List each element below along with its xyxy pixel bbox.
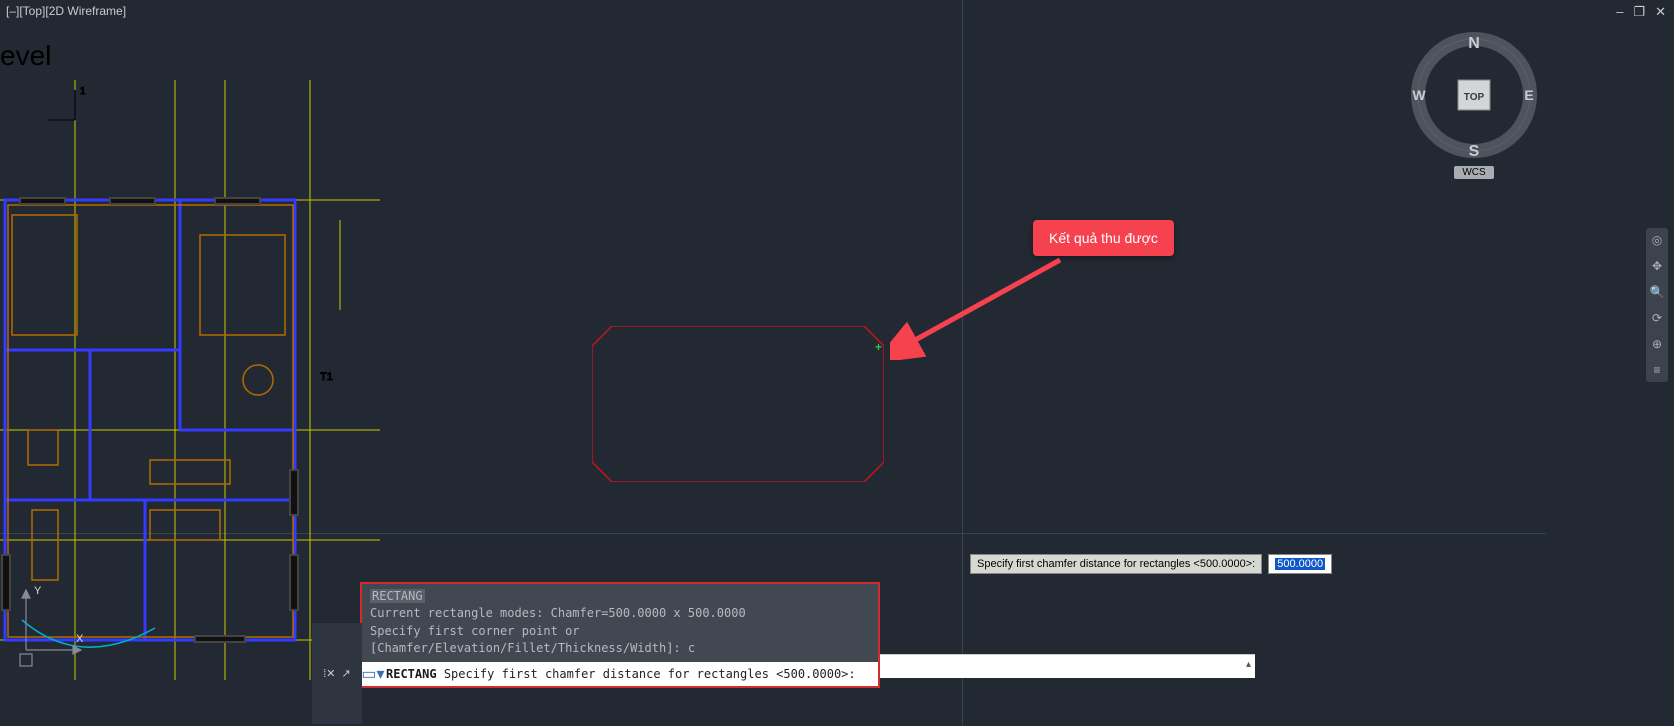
dynamic-input-value[interactable]: 500.0000 (1268, 554, 1332, 574)
cmd-history-line-3: Specify first corner point or [Chamfer/E… (370, 623, 870, 658)
command-line[interactable]: ⁞✕ ↗ ▭▾ RECTANG Specify first chamfer di… (362, 662, 878, 686)
navigation-bar: ◎ ✥ 🔍 ⟳ ⊕ ≡ (1646, 228, 1668, 382)
svg-text:Y: Y (34, 585, 42, 597)
cmd-history-line-2: Current rectangle modes: Chamfer=500.000… (370, 605, 870, 622)
annotation-callout: Kết quả thu được (1033, 220, 1174, 256)
recent-icon[interactable]: ↗ (342, 667, 351, 680)
command-line-extension[interactable]: ▴ (880, 654, 1255, 678)
compass-s: S (1469, 143, 1480, 160)
restore-button[interactable]: ❐ (1633, 4, 1645, 20)
nav-more-icon[interactable]: ≡ (1649, 362, 1665, 378)
svg-text:1: 1 (80, 86, 86, 97)
viewcube-top: TOP (1464, 92, 1485, 103)
viewport-window-controls: – ❐ ✕ (1616, 4, 1666, 20)
snap-cursor: + (875, 340, 882, 354)
nav-show-icon[interactable]: ⊕ (1649, 336, 1665, 352)
viewport-label[interactable]: [–][Top][2D Wireframe] (6, 4, 126, 18)
close-button[interactable]: ✕ (1655, 4, 1666, 20)
customize-icon[interactable]: ⁞✕ (323, 667, 335, 680)
nav-zoom-icon[interactable]: 🔍 (1649, 284, 1665, 300)
command-prompt-icon: ▭▾ (362, 664, 384, 684)
nav-pan-icon[interactable]: ✥ (1649, 258, 1665, 274)
command-prompt-text[interactable]: RECTANG Specify first chamfer distance f… (384, 667, 878, 681)
minimize-button[interactable]: – (1616, 4, 1623, 20)
nav-wheel-icon[interactable]: ◎ (1649, 232, 1665, 248)
command-expand-icon[interactable]: ▴ (1246, 659, 1251, 670)
command-line-tools[interactable]: ⁞✕ ↗ (312, 623, 362, 725)
level-text: evel (0, 40, 51, 72)
svg-text:X: X (76, 633, 84, 645)
nav-orbit-icon[interactable]: ⟳ (1649, 310, 1665, 326)
compass-n: N (1468, 35, 1480, 52)
chamfered-rectangle (592, 326, 884, 482)
ucs-icon[interactable]: Y X (6, 580, 86, 675)
svg-text:T1: T1 (320, 371, 333, 383)
compass-e: E (1524, 87, 1533, 103)
compass-w: W (1412, 87, 1426, 103)
command-history: RECTANG Current rectangle modes: Chamfer… (362, 584, 878, 662)
cmd-history-line-1: RECTANG (370, 589, 425, 603)
crosshair-vertical (962, 0, 963, 726)
command-window-highlight: RECTANG Current rectangle modes: Chamfer… (360, 582, 880, 688)
dynamic-input-label: Specify first chamfer distance for recta… (970, 554, 1262, 574)
view-cube[interactable]: N S W E TOP WCS (1404, 30, 1544, 190)
wcs-badge[interactable]: WCS (1454, 166, 1493, 179)
dynamic-input-tooltip: Specify first chamfer distance for recta… (970, 554, 1332, 574)
